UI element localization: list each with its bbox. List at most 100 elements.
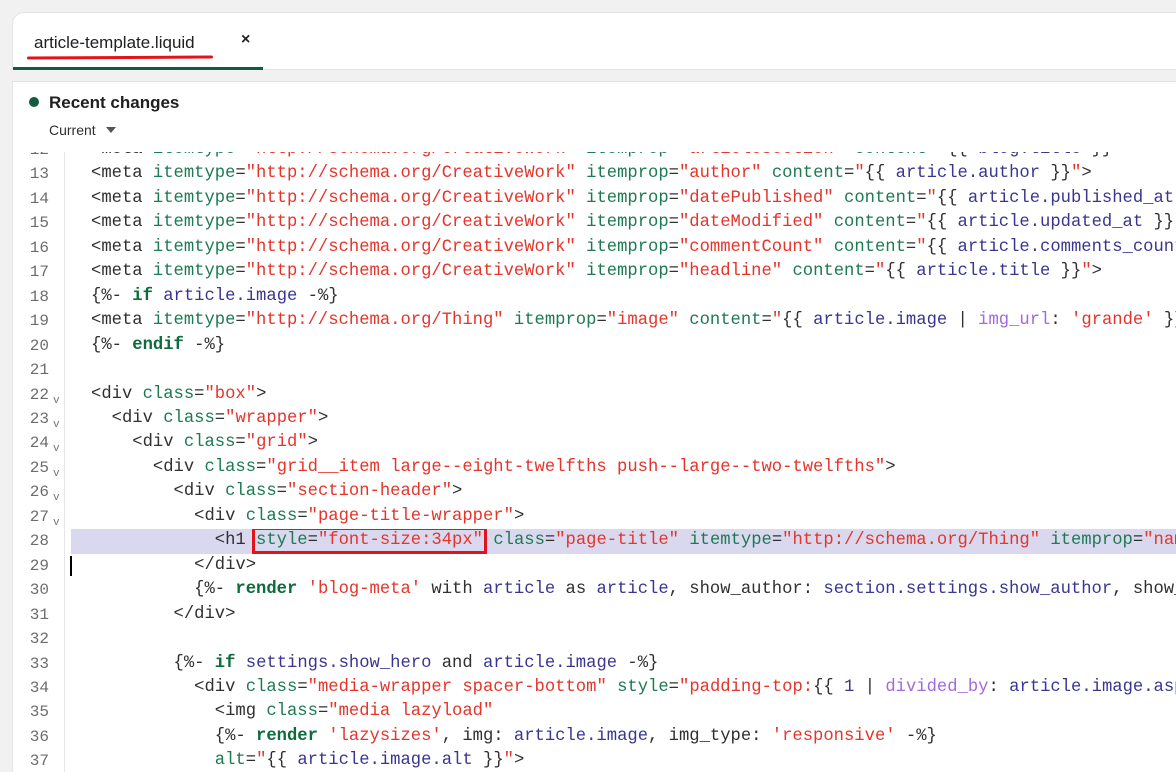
code-token: itemtype	[153, 152, 236, 159]
code-line[interactable]: 25 v <div class="grid__item large--eight-…	[13, 456, 1176, 480]
code-line[interactable]: 21	[13, 358, 1176, 382]
code-token: <div	[132, 433, 184, 453]
recent-changes-panel: Recent changes Current	[12, 81, 1176, 153]
code-token: =	[668, 213, 679, 233]
code-line[interactable]: 24 v <div class="grid">	[13, 431, 1176, 455]
code-token: class	[245, 506, 298, 526]
line-number: 20	[29, 336, 49, 355]
code-text: <div class="media-wrapper spacer-bottom"…	[71, 676, 1176, 700]
code-line[interactable]: 16 <meta itemtype="http://schema.org/Crea…	[13, 236, 1176, 260]
code-token: =	[245, 751, 257, 771]
code-token: |	[947, 311, 979, 331]
code-text: {%- if article.image -%}	[71, 285, 1176, 309]
code-token: "http://schema.org/CreativeWork"	[245, 188, 576, 208]
code-token: }}	[1081, 152, 1113, 159]
code-line[interactable]: 22 v <div class="box">	[13, 383, 1176, 407]
code-line[interactable]: 36 {%- render 'lazysizes', img: article.…	[13, 725, 1176, 749]
code-token: "font-size:34px"	[317, 531, 483, 551]
code-token: }}	[1040, 164, 1071, 184]
code-token: <meta	[91, 237, 153, 257]
code-token: class	[245, 677, 298, 697]
code-token: <div	[111, 408, 164, 428]
line-number: 18	[29, 287, 49, 306]
code-line[interactable]: 12<meta itemtype="http://schema.org/Crea…	[13, 152, 1176, 162]
code-token: article.title	[916, 262, 1051, 282]
code-token: itemprop	[586, 237, 669, 257]
red-box-annotation: style="font-size:34px"	[252, 529, 487, 554]
code-token: style	[617, 677, 669, 697]
code-token: 1	[844, 677, 855, 697]
code-token: "	[916, 237, 927, 257]
code-token: <meta	[91, 311, 153, 331]
code-token: =	[669, 152, 679, 159]
code-token: "section-header"	[287, 482, 453, 502]
code-line[interactable]: 15 <meta itemtype="http://schema.org/Crea…	[13, 211, 1176, 235]
code-text: <div class="section-header">	[71, 480, 1176, 504]
code-line[interactable]: 35 <img class="media lazyload"	[13, 700, 1176, 724]
code-line[interactable]: 20 {%- endif -%}	[13, 334, 1176, 358]
code-editor[interactable]: 12<meta itemtype="http://schema.org/Crea…	[12, 152, 1176, 772]
code-token: "	[926, 188, 937, 208]
code-line[interactable]: 34 <div class="media-wrapper spacer-bott…	[13, 676, 1176, 700]
code-token: }}	[1163, 311, 1176, 331]
code-token: >	[885, 457, 896, 477]
code-token: >	[513, 751, 525, 771]
code-line[interactable]: 32	[13, 627, 1176, 651]
code-token: =	[317, 702, 329, 722]
line-number: 15	[29, 214, 49, 233]
code-token: -%}	[617, 653, 659, 673]
code-token: itemtype	[152, 188, 236, 208]
code-token: >	[1091, 262, 1102, 282]
code-token: =	[916, 188, 927, 208]
code-line[interactable]: 27 v <div class="page-title-wrapper">	[13, 505, 1176, 529]
code-text: <div class="grid__item large--eight-twel…	[71, 456, 1176, 480]
code-token: blog.title	[978, 152, 1081, 159]
code-token: "	[1070, 164, 1082, 184]
code-token: "	[256, 751, 267, 771]
code-line[interactable]: 37 alt="{{ article.image.alt }}">	[13, 749, 1176, 772]
code-line[interactable]: 14 <meta itemtype="http://schema.org/Crea…	[13, 187, 1176, 211]
line-number: 37	[29, 752, 49, 771]
code-line[interactable]: 31 </div>	[13, 603, 1176, 627]
code-text: <meta itemtype="http://schema.org/Creati…	[71, 260, 1176, 284]
code-token: "http://schema.org/CreativeWork"	[246, 152, 576, 159]
line-number: 14	[29, 189, 49, 208]
code-line[interactable]: 17 <meta itemtype="http://schema.org/Crea…	[13, 260, 1176, 284]
recent-changes-title: Recent changes	[49, 93, 180, 112]
code-token: "http://schema.org/CreativeWork"	[245, 262, 576, 282]
code-line[interactable]: 26 v <div class="section-header">	[13, 480, 1176, 504]
code-token: if	[214, 653, 236, 673]
code-line[interactable]: 28 <h1 style="font-size:34px" class="pag…	[13, 529, 1176, 554]
code-token: "image"	[606, 311, 679, 331]
tab-article-template[interactable]: article-template.liquid ×	[13, 13, 263, 70]
code-line[interactable]: 29 </div>	[13, 554, 1176, 578]
line-number: 24	[29, 434, 49, 453]
code-token: content	[844, 188, 917, 208]
editor-tab-bar: article-template.liquid ×	[12, 12, 1176, 70]
code-line[interactable]: 18 {%- if article.image -%}	[13, 285, 1176, 309]
line-number: 29	[29, 556, 49, 575]
version-dropdown[interactable]: Current	[49, 122, 116, 138]
code-line[interactable]: 30 {%- render 'blog-meta' with article a…	[13, 578, 1176, 602]
code-token: =	[668, 164, 679, 184]
code-line[interactable]: 23 v <div class="wrapper">	[13, 407, 1176, 431]
code-token: "	[1112, 152, 1122, 159]
code-token: =	[297, 677, 308, 697]
code-line[interactable]: 19 <meta itemtype="http://schema.org/Thin…	[13, 309, 1176, 333]
code-line[interactable]: 13 <meta itemtype="http://schema.org/Crea…	[13, 162, 1176, 186]
close-tab-icon[interactable]: ×	[241, 31, 250, 49]
code-line[interactable]: 33 {%- if settings.show_hero and article…	[13, 652, 1176, 676]
code-token: article	[482, 580, 556, 600]
code-token: {{	[864, 164, 896, 184]
code-token: =	[1132, 531, 1144, 551]
